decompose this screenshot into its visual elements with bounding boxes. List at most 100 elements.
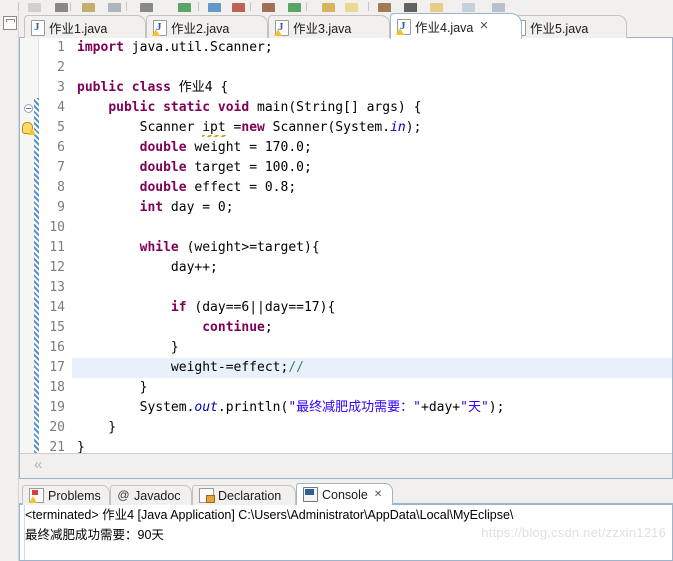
line-number: 11 [49, 240, 65, 255]
code-line[interactable]: System.out.println("最终减肥成功需要："+day+"天"); [72, 398, 672, 418]
code-token: } [77, 340, 179, 355]
editor-tab-5[interactable]: 作业5.java [505, 15, 627, 39]
code-token: System. [77, 400, 195, 415]
line-number: 14 [49, 300, 65, 315]
code-token: Scanner [77, 120, 203, 135]
code-line[interactable]: double weight = 170.0; [72, 138, 672, 158]
code-token: (day==6||day==17){ [186, 300, 336, 315]
code-token: weight-=effect; [77, 360, 289, 375]
line-number: 17 [49, 360, 65, 375]
line-number: 3 [57, 80, 65, 95]
code-line[interactable]: } [72, 418, 672, 438]
bottom-tab-javadoc[interactable]: @ Javadoc [110, 485, 192, 505]
code-token: int [139, 200, 164, 215]
code-token: java.util.Scanner; [123, 40, 273, 55]
code-line[interactable]: continue; [72, 318, 672, 338]
code-line[interactable]: } [72, 338, 672, 358]
editor-annotation-gutter[interactable] [20, 38, 39, 478]
code-token: = [225, 120, 242, 135]
toolbar-separator [368, 2, 369, 11]
line-number: 20 [49, 420, 65, 435]
code-token: if [170, 300, 187, 315]
code-line[interactable]: int day = 0; [72, 198, 672, 218]
bottom-tab-label: Declaration [218, 488, 282, 503]
editor-tab-label: 作业4.java [415, 21, 474, 35]
line-number: 2 [57, 60, 65, 75]
console-status-line: <terminated> 作业4 [Java Application] C:\U… [25, 508, 514, 522]
javadoc-icon: @ [117, 488, 130, 502]
code-token: Scanner(System. [264, 120, 391, 135]
code-token: double [139, 180, 187, 195]
code-token: weight = 170.0; [186, 140, 312, 155]
code-line[interactable]: double target = 100.0; [72, 158, 672, 178]
problems-icon [29, 488, 44, 503]
warning-quickfix-icon[interactable] [22, 121, 36, 135]
editor-tab-4[interactable]: 作业4.java ✕ [390, 13, 522, 39]
console-view[interactable]: <terminated> 作业4 [Java Application] C:\U… [19, 505, 673, 561]
close-icon[interactable]: ✕ [479, 21, 488, 32]
restore-view-icon[interactable] [3, 16, 17, 30]
code-token: ); [488, 400, 505, 415]
code-line[interactable]: double effect = 0.8; [72, 178, 672, 198]
editor-tab-1[interactable]: 作业1.java [24, 15, 146, 39]
code-token: in [390, 120, 406, 135]
editor-tab-label: 作业1.java [49, 22, 108, 36]
code-token: +day+ [421, 400, 461, 415]
code-token: .println( [217, 400, 289, 415]
code-line[interactable]: day++; [72, 258, 672, 278]
code-token: 作业4 { [170, 80, 229, 95]
editor-tab-bar: 作业1.java 作业2.java 作业3.java 作业4.java ✕ 作业5.jav… [19, 12, 673, 39]
code-token: double [139, 140, 187, 155]
code-token: } [77, 380, 148, 395]
code-token: import [77, 40, 124, 55]
line-number: 19 [49, 400, 65, 415]
console-icon [303, 487, 318, 502]
code-line[interactable]: public class 作业4 { [72, 78, 672, 98]
code-line[interactable] [72, 58, 672, 78]
line-number: 1 [57, 40, 65, 55]
code-line[interactable]: public static void main(String[] args) { [72, 98, 672, 118]
bottom-tab-declaration[interactable]: Declaration [192, 485, 296, 505]
editor-tab-label: 作业5.java [530, 22, 589, 36]
code-line[interactable]: } [72, 378, 672, 398]
line-number: 16 [49, 340, 65, 355]
code-token: ; [264, 320, 273, 335]
line-number: 5 [57, 120, 65, 135]
code-token: ipt [202, 120, 226, 137]
editor-tab-3[interactable]: 作业3.java [268, 15, 390, 39]
source-code-area[interactable]: import java.util.Scanner; public class 作… [72, 38, 672, 478]
code-token: new [241, 120, 265, 135]
line-number-ruler: 1 2 3 4 5 6 7 8 9 10 11 12 13 14 15 16 17 18 19 20 21 [38, 38, 68, 458]
java-file-warning-icon [274, 19, 289, 36]
console-gutter [20, 505, 25, 560]
left-view-rail [0, 12, 19, 561]
code-line[interactable]: import java.util.Scanner; [72, 38, 672, 58]
close-icon[interactable]: ✕ [374, 489, 382, 500]
code-line[interactable]: while (weight>=target){ [72, 238, 672, 258]
code-line[interactable] [72, 278, 672, 298]
console-output-line: 最终减肥成功需要：90天 [25, 528, 164, 542]
bottom-tab-problems[interactable]: Problems [22, 485, 110, 505]
fold-collapse-icon[interactable] [24, 104, 33, 113]
bottom-tab-console[interactable]: Console ✕ [296, 483, 393, 505]
bottom-view-stack: Problems @ Javadoc Declaration Console ✕ <ter… [19, 483, 673, 561]
code-token: while [139, 240, 179, 255]
code-token: "天" [460, 400, 489, 415]
toolbar-separator [250, 2, 251, 11]
code-token: day = 0; [163, 200, 234, 215]
code-line[interactable] [72, 218, 672, 238]
collapse-chevron-icon[interactable]: « [34, 456, 42, 474]
code-line[interactable]: weight-=effect;// [72, 358, 672, 378]
code-line[interactable]: Scanner ipt =new Scanner(System.in); [72, 118, 672, 138]
editor-tab-2[interactable]: 作业2.java [146, 15, 268, 39]
code-editor[interactable]: 1 2 3 4 5 6 7 8 9 10 11 12 13 14 15 16 17 18 19 20 21 import… [19, 38, 673, 479]
line-number: 7 [57, 160, 65, 175]
code-line[interactable]: if (day==6||day==17){ [72, 298, 672, 318]
